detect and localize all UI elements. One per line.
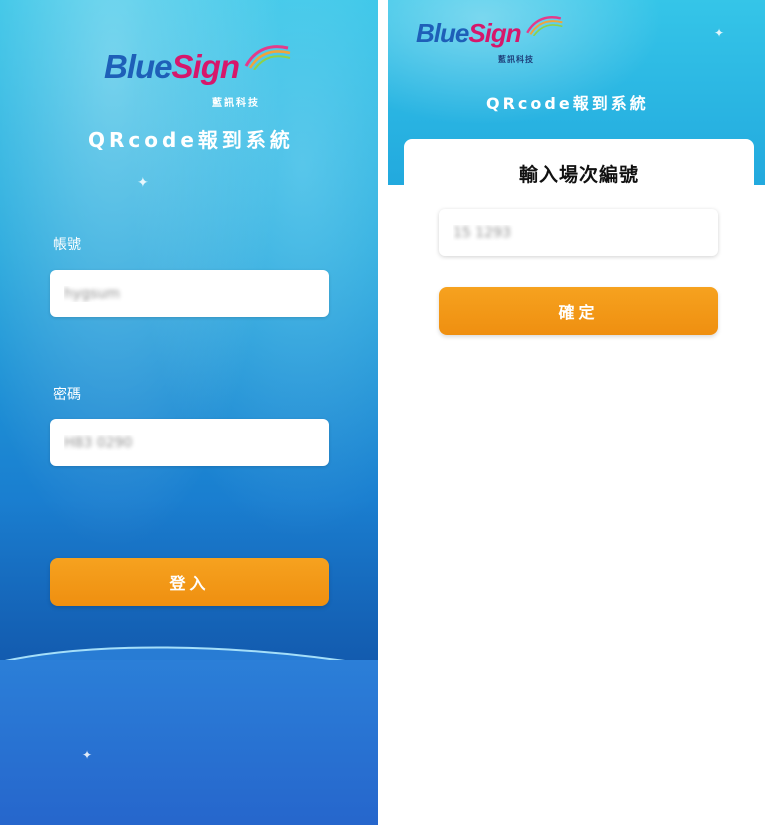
logo-wordmark: BlueSign bbox=[416, 18, 522, 49]
bluesign-logo: BlueSign 藍訊科技 bbox=[416, 12, 566, 68]
logo-subtitle: 藍訊科技 bbox=[498, 55, 534, 64]
logo-subtitle: 藍訊科技 bbox=[212, 98, 260, 109]
background-lower bbox=[0, 660, 378, 825]
sparkle-icon: ✦ bbox=[137, 175, 149, 191]
logo-text-blue: Blue bbox=[104, 48, 173, 85]
logo-wordmark: BlueSign bbox=[104, 48, 240, 86]
password-label: 密碼 bbox=[53, 387, 81, 403]
logo-text-blue: Blue bbox=[416, 18, 469, 48]
logo-swoosh-icon bbox=[526, 16, 563, 36]
logo-text-sign: Sign bbox=[468, 18, 521, 48]
page-title: QRcode報到系統 bbox=[486, 94, 649, 113]
page-title: QRcode報到系統 bbox=[88, 128, 294, 152]
sparkle-icon: ✦ bbox=[82, 748, 93, 762]
session-number-input[interactable] bbox=[439, 209, 718, 256]
account-label: 帳號 bbox=[53, 237, 81, 253]
login-button[interactable]: 登入 bbox=[50, 558, 329, 606]
confirm-button[interactable]: 確定 bbox=[439, 287, 718, 335]
account-input[interactable] bbox=[50, 270, 329, 317]
logo-text-sign: Sign bbox=[171, 48, 240, 85]
bluesign-logo: BlueSign 藍訊科技 bbox=[104, 40, 294, 110]
session-card-title: 輸入場次編號 bbox=[518, 164, 639, 186]
logo-swoosh-icon bbox=[244, 45, 291, 70]
login-screen: BlueSign 藍訊科技 QRcode報到系統 ✦ 帳號 密碼 登入 ✦ bbox=[0, 0, 378, 825]
panel-divider bbox=[378, 0, 388, 825]
sparkle-icon: ✦ bbox=[714, 26, 725, 40]
password-input[interactable] bbox=[50, 419, 329, 466]
